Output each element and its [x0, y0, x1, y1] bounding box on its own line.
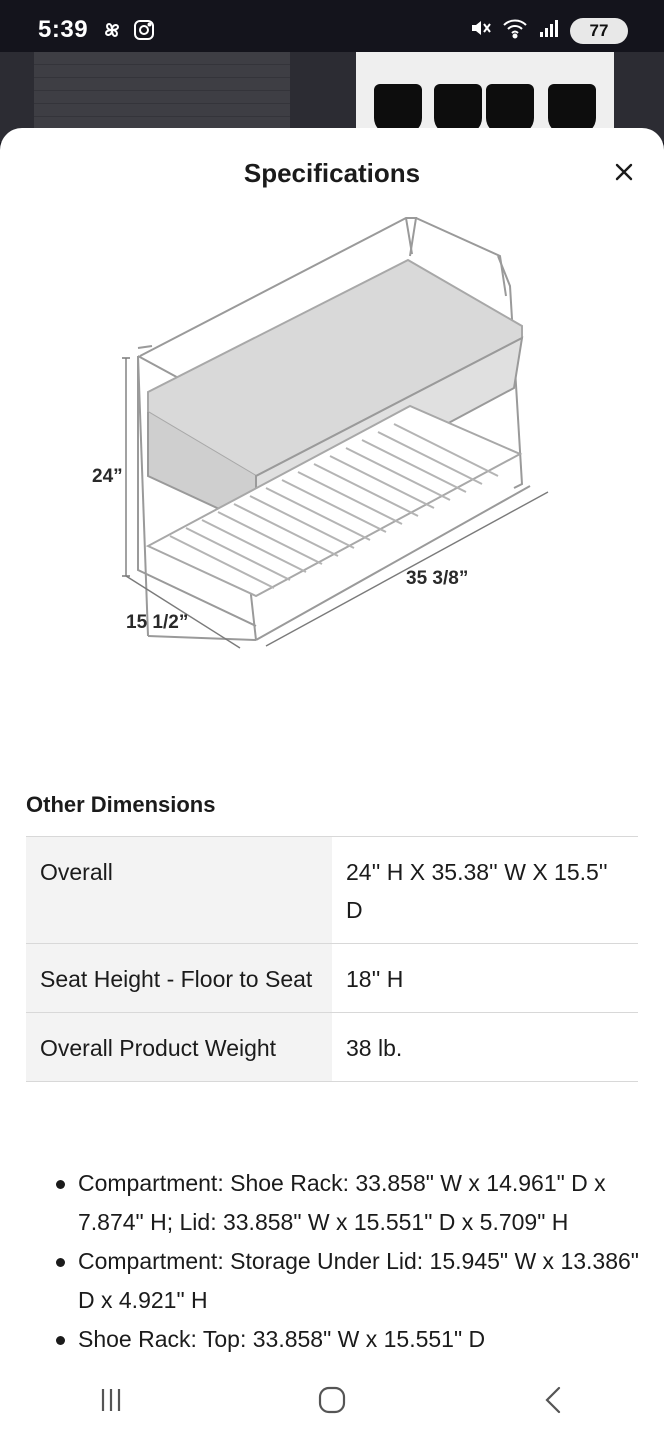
dimension-label: Seat Height - Floor to Seat: [26, 943, 332, 1013]
dimension-label: Overall: [26, 836, 332, 944]
table-row: Seat Height - Floor to Seat 18'' H: [26, 943, 638, 1013]
status-left-icons: [100, 18, 156, 47]
close-icon: [615, 163, 633, 181]
status-bar: 5:39 77: [0, 0, 664, 60]
bench-dimension-diagram: 24” 35 3/8” 15 1/2”: [92, 217, 549, 649]
navigation-bar: [0, 1360, 664, 1440]
list-item: Shoe Rack: Top: 33.858" W x 15.551" D: [50, 1320, 650, 1359]
sheet-title: Specifications: [243, 158, 421, 188]
dimension-label: Overall Product Weight: [26, 1012, 332, 1082]
recent-apps-button[interactable]: [71, 1370, 151, 1430]
home-icon: [318, 1386, 346, 1414]
table-row: Overall Product Weight 38 lb.: [26, 1012, 638, 1082]
recent-apps-icon: [101, 1389, 120, 1411]
status-right-icons: 77: [468, 16, 628, 45]
battery-icon: 77: [570, 17, 628, 44]
depth-dimension-label: 15 1/2”: [126, 612, 188, 633]
dimensions-table: Overall 24'' H X 35.38'' W X 15.5'' D Se…: [26, 836, 638, 1082]
dimension-value: 24'' H X 35.38'' W X 15.5'' D: [332, 836, 638, 944]
close-button[interactable]: [610, 158, 638, 186]
furniture-leg-image: [548, 84, 596, 134]
status-time: 5:39: [38, 16, 89, 43]
wifi-icon: [502, 16, 528, 45]
spec-bullet-list: Compartment: Shoe Rack: 33.858" W x 14.9…: [50, 1164, 650, 1359]
table-row: Overall 24'' H X 35.38'' W X 15.5'' D: [26, 836, 638, 944]
dimension-value: 18'' H: [332, 943, 638, 1013]
signal-icon: [538, 17, 560, 44]
height-dimension-label: 24”: [92, 466, 123, 487]
back-button[interactable]: [513, 1370, 593, 1430]
specifications-sheet: Specifications 24” 35 3/8” 15 1/2” Other…: [0, 128, 664, 1440]
list-item: Compartment: Storage Under Lid: 15.945" …: [50, 1242, 650, 1320]
other-dimensions-title: Other Dimensions: [26, 792, 216, 817]
instagram-icon: [132, 18, 156, 47]
furniture-leg-image: [434, 84, 482, 134]
mute-icon: [468, 16, 492, 45]
back-icon: [545, 1386, 561, 1414]
battery-level: 77: [589, 20, 609, 40]
dimension-value: 38 lb.: [332, 1012, 638, 1082]
pinwheel-icon: [100, 18, 124, 47]
furniture-leg-image: [374, 84, 422, 134]
width-dimension-label: 35 3/8”: [406, 568, 468, 589]
home-button[interactable]: [292, 1370, 372, 1430]
left-front-leg: [137, 355, 149, 637]
list-item: Compartment: Shoe Rack: 33.858" W x 14.9…: [50, 1164, 650, 1242]
furniture-leg-image: [486, 84, 534, 134]
